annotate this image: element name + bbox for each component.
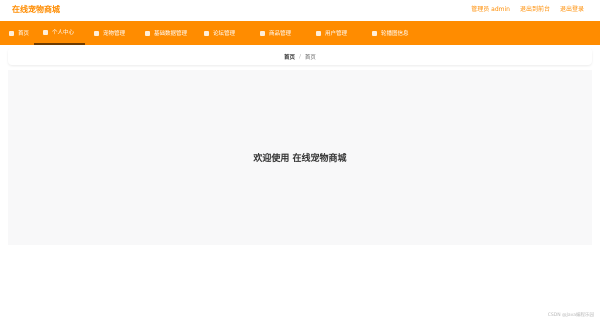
- nav-item-carousel-info[interactable]: 轮播图信息: [363, 21, 429, 45]
- app-title: 在线宠物商城: [12, 5, 60, 14]
- nav-item-label: 首页: [18, 31, 30, 37]
- carousel-icon: [372, 30, 377, 36]
- breadcrumb-separator: /: [299, 53, 301, 60]
- welcome-heading: 欢迎使用 在线宠物商城: [253, 154, 347, 164]
- nav-item-personal-center[interactable]: 个人中心: [34, 21, 85, 45]
- nav-item-label: 轮播图信息: [381, 31, 409, 37]
- nav-item-label: 用户管理: [325, 31, 348, 37]
- nav-item-label: 商品管理: [269, 31, 292, 37]
- breadcrumb-current: 首页: [304, 54, 316, 61]
- breadcrumb: 首页 / 首页: [8, 48, 592, 65]
- nav-item-label: 个人中心: [52, 30, 75, 36]
- product-icon: [260, 30, 265, 36]
- nav-item-basic-data[interactable]: 基础数据管理: [136, 21, 195, 45]
- forum-icon: [204, 30, 209, 36]
- watermark: CSDN @Java编程乐园: [547, 313, 594, 318]
- nav-item-forum-management[interactable]: 论坛管理: [195, 21, 251, 45]
- nav-item-label: 宠物管理: [103, 31, 126, 37]
- nav-item-label: 基础数据管理: [154, 31, 188, 37]
- users-icon: [316, 30, 321, 36]
- logout-link[interactable]: 退出登录: [560, 6, 584, 14]
- main-content: 欢迎使用 在线宠物商城: [8, 70, 592, 245]
- nav-item-label: 论坛管理: [213, 31, 236, 37]
- database-icon: [145, 30, 150, 36]
- breadcrumb-home-link[interactable]: 首页: [284, 53, 295, 61]
- home-icon: [9, 30, 14, 36]
- user-icon: [43, 29, 48, 35]
- nav-item-user-management[interactable]: 用户管理: [307, 21, 363, 45]
- top-actions: 管理员 admin 退出到前台 退出登录: [461, 6, 584, 14]
- admin-label: 管理员 admin: [471, 6, 510, 13]
- top-bar: 在线宠物商城 管理员 admin 退出到前台 退出登录: [0, 0, 600, 22]
- pet-icon: [94, 30, 99, 36]
- nav-item-home[interactable]: 首页: [0, 21, 34, 45]
- main-nav: 首页 个人中心 宠物管理 基础数据管理 论坛管理 商品管理 用户管理 轮播图信息: [0, 21, 600, 45]
- switch-to-frontend-link[interactable]: 退出到前台: [520, 6, 550, 14]
- nav-item-product-management[interactable]: 商品管理: [251, 21, 307, 45]
- nav-item-pet-management[interactable]: 宠物管理: [85, 21, 136, 45]
